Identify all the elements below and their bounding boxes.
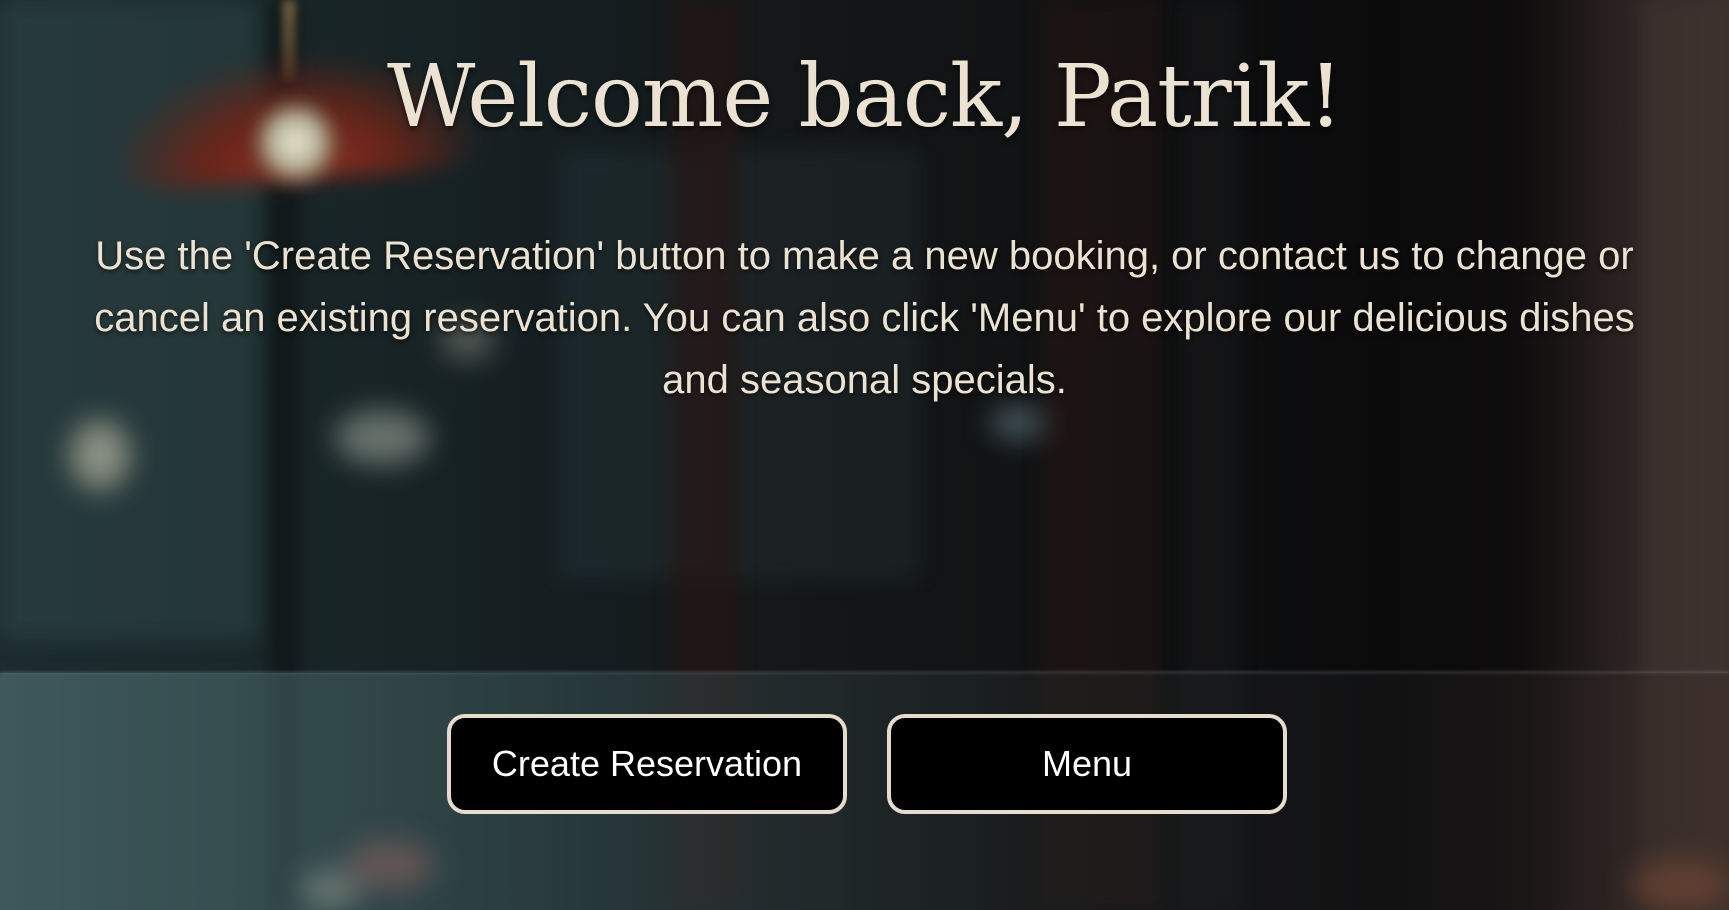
bokeh-light — [70, 420, 130, 490]
menu-button[interactable]: Menu — [887, 714, 1287, 814]
welcome-description: Use the 'Create Reservation' button to m… — [94, 234, 1635, 402]
welcome-heading: Welcome back, Patrik! — [387, 47, 1343, 147]
bottom-band-decor — [0, 673, 1729, 910]
create-reservation-button[interactable]: Create Reservation — [447, 714, 847, 814]
bokeh-light — [335, 410, 430, 465]
page: Welcome back, Patrik! Use the 'Create Re… — [0, 0, 1729, 910]
